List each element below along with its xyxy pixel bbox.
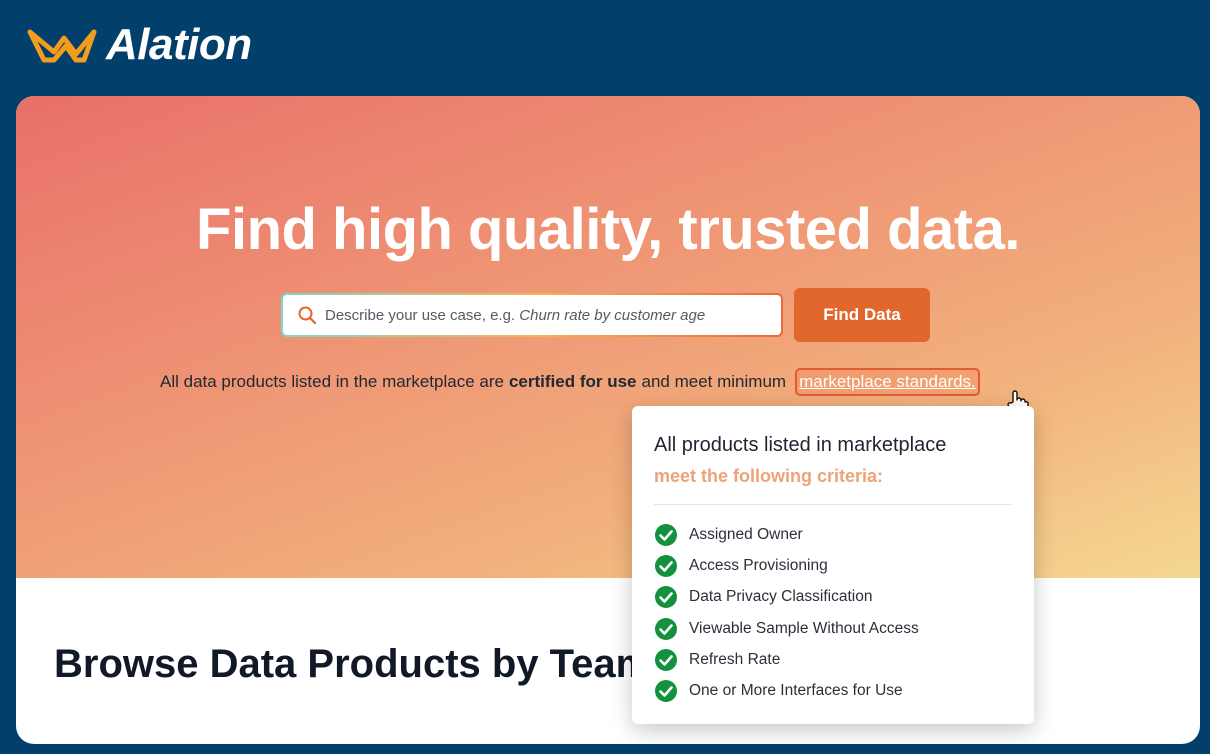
popover-divider — [654, 504, 1012, 505]
marketplace-standards-link[interactable]: marketplace standards. — [795, 368, 980, 396]
marketplace-standards-popover: All products listed in marketplace meet … — [632, 406, 1034, 724]
popover-heading: All products listed in marketplace — [654, 434, 947, 456]
alation-logo-icon — [27, 29, 97, 63]
check-circle-icon — [655, 554, 677, 577]
popover-subheading: meet the following criteria: — [654, 466, 884, 486]
check-circle-icon — [655, 648, 677, 671]
criteria-item: Assigned Owner — [654, 519, 1012, 550]
criteria-item: Data Privacy Classification — [654, 582, 1012, 613]
criteria-list: Assigned Owner Access Provisioning Data … — [654, 519, 1012, 707]
check-circle-icon — [655, 617, 677, 640]
criteria-item: Viewable Sample Without Access — [654, 613, 1012, 644]
browse-section-title: Browse Data Products by Team — [54, 642, 652, 686]
check-circle-icon — [655, 523, 677, 546]
criteria-item: One or More Interfaces for Use — [654, 675, 1012, 706]
criteria-item: Access Provisioning — [654, 550, 1012, 581]
criteria-label: Viewable Sample Without Access — [689, 619, 919, 637]
search-input[interactable]: Describe your use case, e.g. Churn rate … — [281, 293, 783, 337]
criteria-label: One or More Interfaces for Use — [689, 682, 903, 700]
find-data-button[interactable]: Find Data — [794, 288, 930, 342]
notice-bold: certified for use — [508, 372, 637, 391]
criteria-label: Data Privacy Classification — [689, 588, 873, 606]
search-placeholder: Describe your use case, e.g. Churn rate … — [325, 306, 706, 324]
criteria-item: Refresh Rate — [654, 644, 1012, 675]
search-icon — [298, 306, 317, 325]
hero-title: Find high quality, trusted data. — [196, 197, 1020, 262]
check-circle-icon — [655, 586, 677, 609]
check-circle-icon — [655, 680, 677, 703]
criteria-label: Access Provisioning — [689, 556, 828, 574]
certification-notice: All data products listed in the marketpl… — [160, 368, 980, 396]
brand-logo[interactable]: Alation — [24, 22, 252, 68]
brand-name: Alation — [106, 20, 252, 69]
criteria-label: Refresh Rate — [689, 650, 781, 668]
notice-suffix: and meet minimum — [641, 372, 787, 391]
notice-prefix: All data products listed in the marketpl… — [160, 372, 504, 391]
criteria-label: Assigned Owner — [689, 525, 803, 543]
